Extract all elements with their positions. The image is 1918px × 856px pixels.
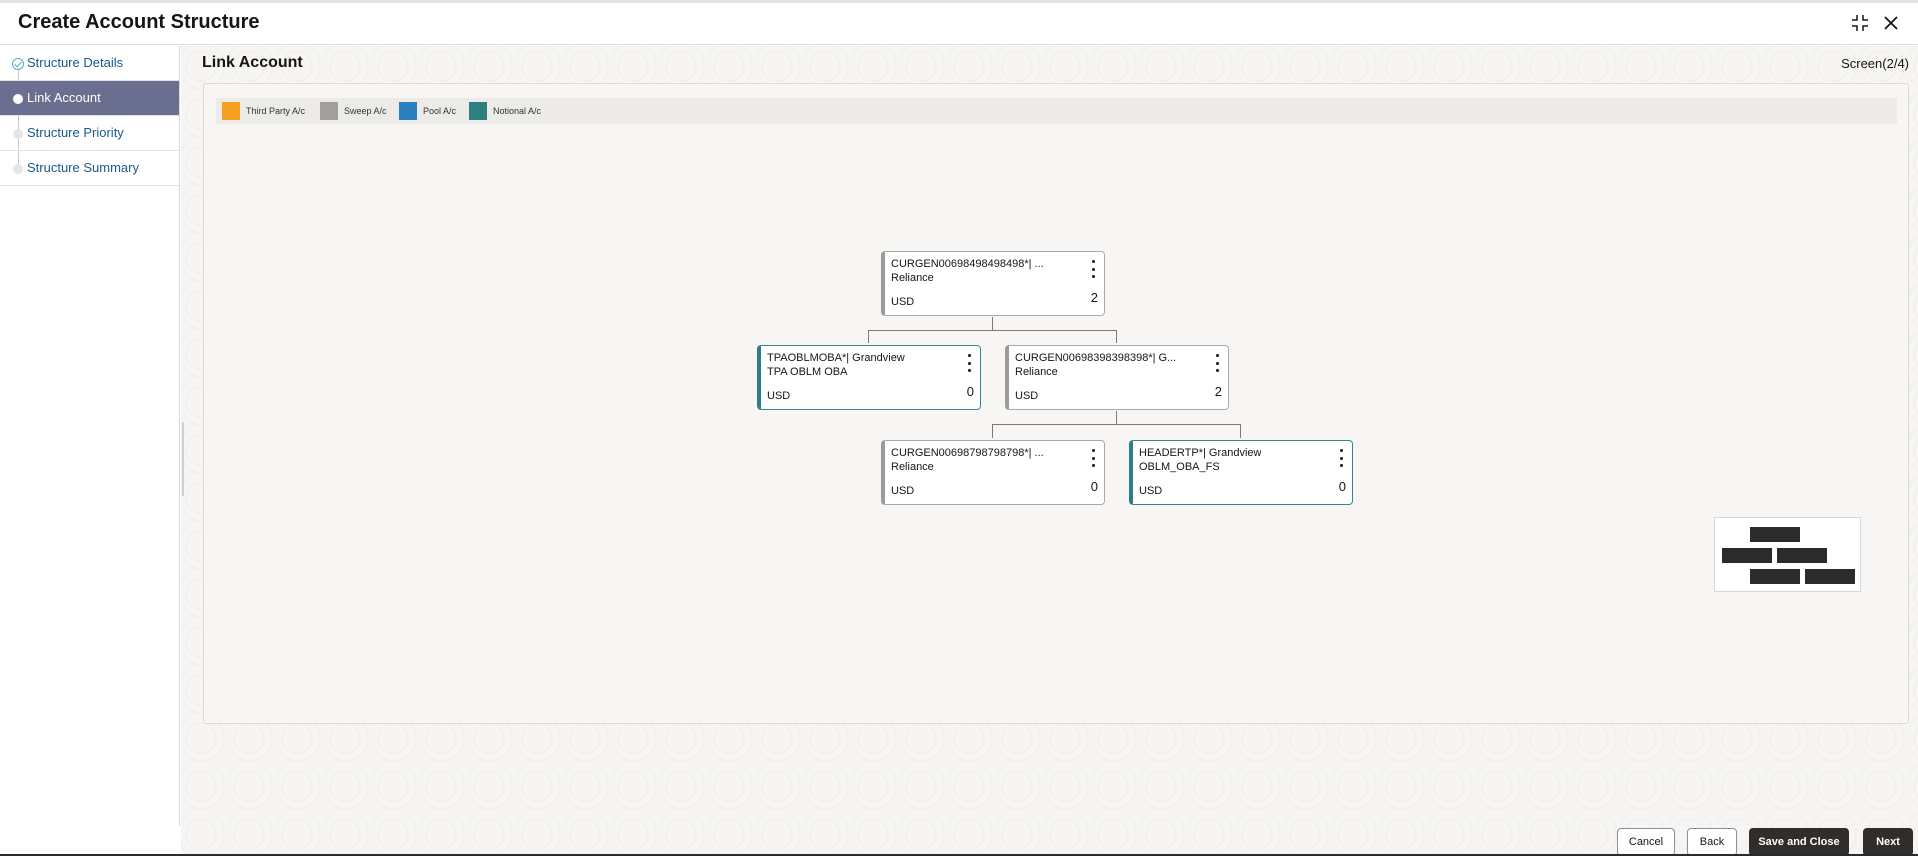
- account-currency: USD: [767, 390, 791, 402]
- child-count: 0: [966, 384, 974, 399]
- train-stop-sidebar: Structure Details Link Account Structure…: [0, 46, 180, 826]
- tree-connector: [992, 424, 993, 438]
- tree-connector: [992, 317, 993, 331]
- account-id: TPAOBLMOBA*| Grandview: [767, 352, 905, 364]
- kebab-menu-icon[interactable]: [1088, 258, 1098, 280]
- structure-canvas[interactable]: Third Party A/c Sweep A/c Pool A/c Notio…: [203, 83, 1909, 724]
- child-count: 2: [1214, 384, 1222, 399]
- legend-swatch: [469, 102, 487, 120]
- main-content: Link Account Screen(2/4) Third Party A/c…: [181, 46, 1918, 856]
- minimap-node: [1750, 569, 1800, 584]
- account-node[interactable]: CURGEN00698498498498*| ... Reliance USD …: [881, 251, 1105, 316]
- pending-step-dot-icon: [13, 164, 23, 174]
- child-count: 2: [1090, 290, 1098, 305]
- step-structure-summary[interactable]: Structure Summary: [0, 151, 179, 186]
- legend-label: Third Party A/c: [246, 106, 306, 116]
- account-id: CURGEN00698798798798*| ...: [891, 447, 1044, 459]
- kebab-menu-icon[interactable]: [1088, 447, 1098, 469]
- legend-label: Notional A/c: [493, 106, 542, 116]
- account-node[interactable]: HEADERTP*| Grandview OBLM_OBA_FS USD 0: [1129, 440, 1353, 505]
- account-name: TPA OBLM OBA: [767, 366, 848, 378]
- legend-item-pool: Pool A/c: [399, 101, 456, 121]
- child-count: 0: [1090, 479, 1098, 494]
- minimap-node: [1750, 527, 1800, 542]
- account-currency: USD: [1015, 390, 1039, 402]
- legend-swatch: [320, 102, 338, 120]
- tree-connector: [1116, 411, 1117, 425]
- kebab-menu-icon[interactable]: [1212, 352, 1222, 374]
- minimize-icon[interactable]: [1848, 11, 1872, 35]
- next-button[interactable]: Next: [1863, 828, 1913, 856]
- step-label: Structure Priority: [27, 125, 124, 140]
- account-name: Reliance: [891, 461, 934, 473]
- step-structure-details[interactable]: Structure Details: [0, 46, 179, 81]
- account-currency: USD: [1139, 485, 1163, 497]
- cancel-button[interactable]: Cancel: [1617, 828, 1675, 856]
- step-structure-priority[interactable]: Structure Priority: [0, 116, 179, 151]
- tree-connector: [868, 330, 1117, 331]
- account-name: Reliance: [891, 272, 934, 284]
- close-icon[interactable]: [1879, 11, 1903, 35]
- sidebar-resize-handle[interactable]: [182, 422, 184, 496]
- pending-step-dot-icon: [13, 129, 23, 139]
- legend-label: Pool A/c: [423, 106, 457, 116]
- page-title: Link Account: [202, 54, 303, 71]
- step-link-account[interactable]: Link Account: [0, 81, 179, 116]
- legend: Third Party A/c Sweep A/c Pool A/c Notio…: [216, 98, 1897, 124]
- account-currency: USD: [891, 485, 915, 497]
- legend-swatch: [222, 102, 240, 120]
- legend-swatch: [399, 102, 417, 120]
- tree-connector: [992, 424, 1241, 425]
- tree-connector: [1116, 330, 1117, 343]
- kebab-menu-icon[interactable]: [964, 352, 974, 374]
- check-icon: [12, 58, 24, 70]
- legend-item-sweep: Sweep A/c: [320, 101, 387, 121]
- step-label: Structure Details: [27, 55, 124, 70]
- footer-actions: Cancel Back Save and Close Next: [181, 826, 1918, 856]
- back-button[interactable]: Back: [1687, 828, 1737, 856]
- account-node[interactable]: CURGEN00698398398398*| G... Reliance USD…: [1005, 345, 1229, 410]
- dialog-header: Create Account Structure: [0, 3, 1918, 45]
- account-id: HEADERTP*| Grandview: [1139, 447, 1262, 459]
- minimap-node: [1777, 548, 1827, 563]
- account-id: CURGEN00698398398398*| G...: [1015, 352, 1177, 364]
- legend-label: Sweep A/c: [344, 106, 387, 116]
- child-count: 0: [1338, 479, 1346, 494]
- account-node[interactable]: TPAOBLMOBA*| Grandview TPA OBLM OBA USD …: [757, 345, 981, 410]
- step-label: Link Account: [27, 90, 101, 105]
- tree-connector: [868, 330, 869, 343]
- current-step-dot-icon: [13, 94, 23, 104]
- account-id: CURGEN00698498498498*| ...: [891, 258, 1044, 270]
- legend-item-third-party: Third Party A/c: [222, 101, 305, 121]
- minimap-node: [1722, 548, 1772, 563]
- save-and-close-button[interactable]: Save and Close: [1749, 828, 1849, 856]
- step-label: Structure Summary: [27, 160, 139, 175]
- account-currency: USD: [891, 296, 915, 308]
- account-node[interactable]: CURGEN00698798798798*| ... Reliance USD …: [881, 440, 1105, 505]
- minimap-node: [1805, 569, 1855, 584]
- account-name: Reliance: [1015, 366, 1058, 378]
- legend-item-notional: Notional A/c: [469, 101, 541, 121]
- account-name: OBLM_OBA_FS: [1139, 461, 1220, 473]
- structure-minimap[interactable]: [1714, 517, 1861, 592]
- tree-connector: [1240, 424, 1241, 438]
- dialog-title: Create Account Structure: [18, 11, 260, 33]
- screen-indicator: Screen(2/4): [1841, 56, 1909, 71]
- kebab-menu-icon[interactable]: [1336, 447, 1346, 469]
